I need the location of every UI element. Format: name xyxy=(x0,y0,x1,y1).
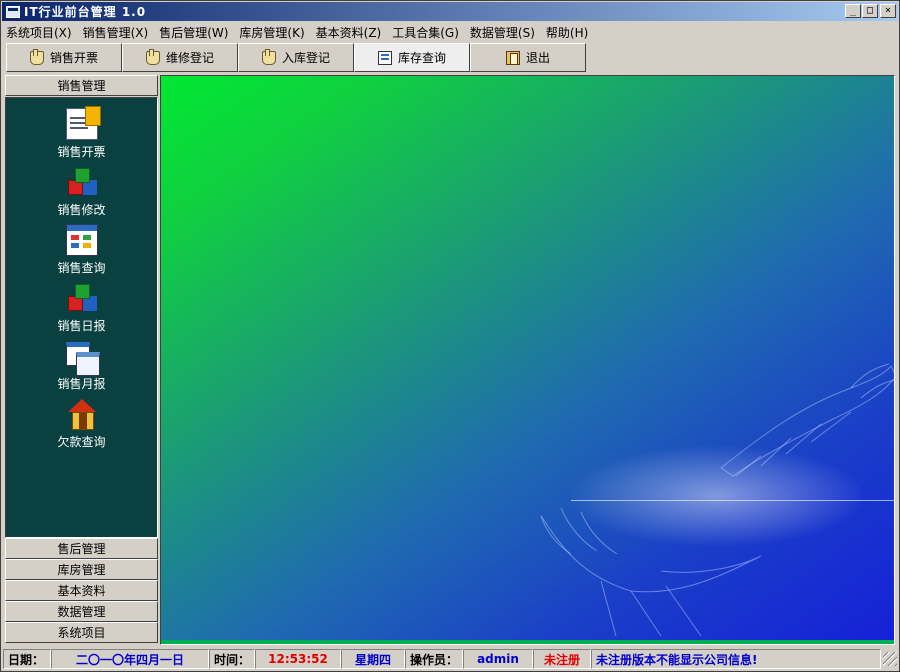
sidebar-item-label: 销售日报 xyxy=(57,319,106,333)
sidebar: 销售管理 销售开票 销售修改 销售查询 销售日报 销售月报 欠款查询 售后管理 … xyxy=(5,75,158,645)
menu-warehouse[interactable]: 库房管理(K) xyxy=(237,24,313,41)
sidebar-group-sales[interactable]: 销售管理 xyxy=(5,75,158,96)
sidebar-group-after-sales[interactable]: 售后管理 xyxy=(5,538,158,559)
menu-basic-data[interactable]: 基本资料(Z) xyxy=(314,24,391,41)
menu-tools[interactable]: 工具合集(G) xyxy=(390,24,468,41)
date-label: 日期： xyxy=(3,649,51,669)
canvas-bottom-strip xyxy=(161,640,894,644)
operator-label: 操作员： xyxy=(405,649,463,669)
minimize-button[interactable]: _ xyxy=(845,4,861,18)
registration-status: 未注册 xyxy=(533,649,591,669)
grid-icon xyxy=(377,50,392,65)
app-window: IT行业前台管理 1.0 _ □ × 系统项目(X) 销售管理(X) 售后管理(… xyxy=(0,0,900,672)
sales-invoice-button[interactable]: 销售开票 xyxy=(6,43,122,72)
sidebar-item-sales-edit[interactable]: 销售修改 xyxy=(6,166,157,218)
app-icon[interactable] xyxy=(6,5,20,18)
sidebar-item-label: 销售月报 xyxy=(57,377,106,391)
weekday-value: 星期四 xyxy=(341,649,405,669)
sidebar-group-system[interactable]: 系统项目 xyxy=(5,622,158,643)
sidebar-group-basic-data[interactable]: 基本资料 xyxy=(5,580,158,601)
door-icon xyxy=(505,50,520,65)
menu-system[interactable]: 系统项目(X) xyxy=(6,24,81,41)
status-bar: 日期： 二〇一〇年四月一日 时间： 12:53:52 星期四 操作员： admi… xyxy=(3,648,897,670)
house-icon xyxy=(66,398,98,430)
window-icon xyxy=(65,224,98,256)
inventory-query-label: 库存查询 xyxy=(397,51,446,65)
menu-bar: 系统项目(X) 销售管理(X) 售后管理(W) 库房管理(K) 基本资料(Z) … xyxy=(2,22,898,42)
sales-invoice-label: 销售开票 xyxy=(49,51,98,65)
exit-button[interactable]: 退出 xyxy=(470,43,586,72)
sidebar-item-label: 销售开票 xyxy=(57,145,106,159)
inventory-query-button[interactable]: 库存查询 xyxy=(354,43,470,72)
sidebar-item-arrears-query[interactable]: 欠款查询 xyxy=(6,398,157,450)
maximize-button[interactable]: □ xyxy=(862,4,878,18)
sidebar-item-label: 销售修改 xyxy=(57,203,106,217)
menu-help[interactable]: 帮助(H) xyxy=(544,24,597,41)
title-bar[interactable]: IT行业前台管理 1.0 _ □ × xyxy=(2,2,898,21)
clipboard-icon xyxy=(65,106,101,140)
repair-register-button[interactable]: 维修登记 xyxy=(122,43,238,72)
date-value: 二〇一〇年四月一日 xyxy=(51,649,209,669)
cubes-icon xyxy=(66,166,98,198)
cubes-icon xyxy=(66,282,98,314)
sidebar-item-sales-query[interactable]: 销售查询 xyxy=(6,224,157,276)
repair-register-label: 维修登记 xyxy=(165,51,214,65)
windows-icon xyxy=(65,340,100,376)
exit-label: 退出 xyxy=(525,51,550,65)
hand-icon xyxy=(145,48,160,65)
main-background xyxy=(160,75,895,645)
sidebar-group-data[interactable]: 数据管理 xyxy=(5,601,158,622)
time-value: 12:53:52 xyxy=(255,649,341,669)
stock-in-label: 入库登记 xyxy=(281,51,330,65)
sidebar-panel: 销售开票 销售修改 销售查询 销售日报 销售月报 欠款查询 xyxy=(5,97,158,538)
toolbar: 销售开票 维修登记 入库登记 库存查询 退出 xyxy=(6,43,586,73)
stock-in-button[interactable]: 入库登记 xyxy=(238,43,354,72)
wireframe-hands-illustration xyxy=(540,363,894,637)
sidebar-group-warehouse[interactable]: 库房管理 xyxy=(5,559,158,580)
window-controls: _ □ × xyxy=(844,4,896,18)
hand-icon xyxy=(29,48,44,65)
close-button[interactable]: × xyxy=(880,4,896,18)
operator-value: admin xyxy=(463,649,533,669)
sidebar-item-monthly-report[interactable]: 销售月报 xyxy=(6,340,157,392)
sidebar-item-label: 销售查询 xyxy=(57,261,106,275)
sidebar-item-daily-report[interactable]: 销售日报 xyxy=(6,282,157,334)
menu-after-sales[interactable]: 售后管理(W) xyxy=(157,24,237,41)
registration-notice: 未注册版本不能显示公司信息! xyxy=(591,649,881,669)
sidebar-item-sales-invoice[interactable]: 销售开票 xyxy=(6,106,157,160)
resize-grip[interactable] xyxy=(883,652,897,666)
time-label: 时间： xyxy=(209,649,255,669)
sidebar-item-label: 欠款查询 xyxy=(57,435,106,449)
window-title: IT行业前台管理 1.0 xyxy=(24,5,147,19)
hand-icon xyxy=(261,48,276,65)
menu-sales[interactable]: 销售管理(X) xyxy=(81,24,158,41)
menu-data[interactable]: 数据管理(S) xyxy=(468,24,544,41)
